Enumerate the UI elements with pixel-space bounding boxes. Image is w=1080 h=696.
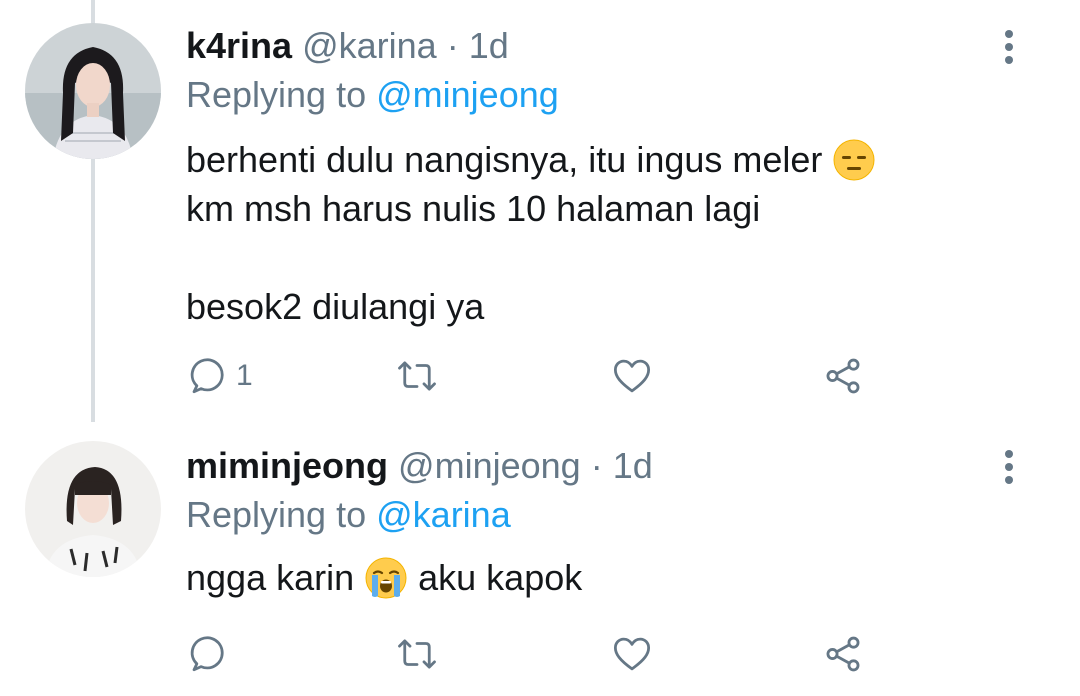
separator-dot: · <box>590 445 603 486</box>
replying-to-label: Replying to <box>186 74 367 115</box>
reply-button[interactable] <box>186 630 236 678</box>
retweet-icon <box>398 639 436 669</box>
reply-icon <box>190 636 224 672</box>
reply-icon <box>190 358 224 394</box>
tweet-minjeong[interactable]: miminjeong @minjeong · 1d Replying to @k… <box>0 430 1080 696</box>
tweet-text: berhenti dulu nangisnya, itu ingus meler… <box>186 135 886 331</box>
heart-icon <box>613 359 651 393</box>
avatar-minjeong[interactable] <box>25 441 161 577</box>
replying-to: Replying to @karina <box>186 493 511 537</box>
share-icon <box>826 636 860 672</box>
reply-mention-link[interactable]: @minjeong <box>376 74 559 115</box>
avatar-karina[interactable] <box>25 23 161 159</box>
tweet-text: ngga karin aku kapok <box>186 553 582 602</box>
tweet-karina[interactable]: k4rina @karina · 1d Replying to @minjeon… <box>0 0 1080 430</box>
separator-dot: · <box>446 25 459 66</box>
tweet-text-line: ngga karin aku kapok <box>186 556 583 600</box>
retweet-button[interactable] <box>394 630 440 678</box>
tweet-text-line: berhenti dulu nangisnya, itu ingus meler <box>186 135 886 184</box>
replying-to: Replying to @minjeong <box>186 73 559 117</box>
more-options-icon <box>1005 450 1013 458</box>
share-button[interactable] <box>822 352 864 400</box>
reply-mention-link[interactable]: @karina <box>376 494 511 535</box>
share-button[interactable] <box>822 630 864 678</box>
more-options-button[interactable] <box>994 442 1024 492</box>
like-button[interactable] <box>610 630 654 678</box>
heart-icon <box>613 637 651 671</box>
reply-button[interactable]: 1 <box>186 352 253 400</box>
tweet-text-line: besok2 diulangi ya <box>186 286 485 327</box>
retweet-icon <box>398 361 436 391</box>
tweet-actions <box>186 630 886 678</box>
expressionless-face-emoji-icon <box>832 138 876 182</box>
tweet-header: miminjeong @minjeong · 1d <box>186 444 653 488</box>
timestamp[interactable]: 1d <box>613 445 653 486</box>
display-name[interactable]: miminjeong <box>186 445 388 486</box>
user-handle[interactable]: @karina <box>302 25 437 66</box>
reply-count: 1 <box>236 359 253 392</box>
more-options-icon <box>1005 30 1013 38</box>
replying-to-label: Replying to <box>186 494 367 535</box>
loudly-crying-face-emoji-icon <box>364 556 408 600</box>
user-handle[interactable]: @minjeong <box>398 445 581 486</box>
timestamp[interactable]: 1d <box>469 25 509 66</box>
like-button[interactable] <box>610 352 654 400</box>
retweet-button[interactable] <box>394 352 440 400</box>
tweet-text-line: km msh harus nulis 10 halaman lagi <box>186 188 761 229</box>
display-name[interactable]: k4rina <box>186 25 292 66</box>
tweet-actions: 1 <box>186 352 886 400</box>
share-icon <box>826 358 860 394</box>
more-options-button[interactable] <box>994 22 1024 72</box>
tweet-header: k4rina @karina · 1d <box>186 24 509 68</box>
